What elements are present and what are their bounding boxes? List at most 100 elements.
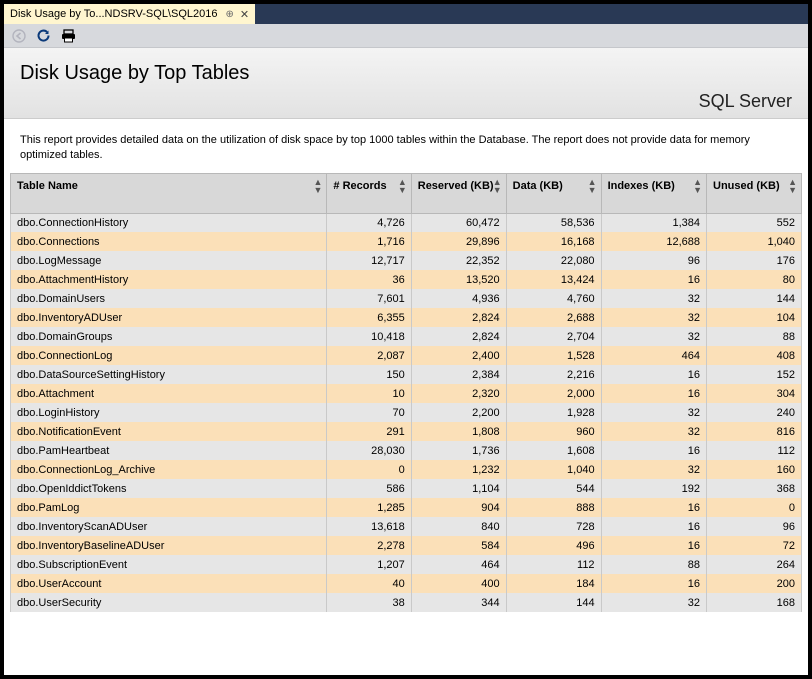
cell-table-name: dbo.PamLog bbox=[11, 498, 327, 517]
toolbar bbox=[4, 24, 808, 48]
cell-value: 240 bbox=[707, 403, 802, 422]
cell-table-name: dbo.InventoryBaselineADUser bbox=[11, 536, 327, 555]
table-row[interactable]: dbo.AttachmentHistory3613,52013,4241680 bbox=[11, 270, 802, 289]
refresh-icon[interactable] bbox=[36, 28, 51, 43]
cell-table-name: dbo.AttachmentHistory bbox=[11, 270, 327, 289]
cell-value: 1,808 bbox=[411, 422, 506, 441]
column-header-row: Table Name▲ ▼# Records▲ ▼Reserved (KB)▲ … bbox=[11, 173, 802, 213]
cell-table-name: dbo.NotificationEvent bbox=[11, 422, 327, 441]
cell-value: 840 bbox=[411, 517, 506, 536]
data-table: Table Name▲ ▼# Records▲ ▼Reserved (KB)▲ … bbox=[10, 173, 802, 613]
column-header[interactable]: Table Name▲ ▼ bbox=[11, 173, 327, 213]
cell-value: 13,520 bbox=[411, 270, 506, 289]
cell-value: 150 bbox=[327, 365, 411, 384]
table-row[interactable]: dbo.Attachment102,3202,00016304 bbox=[11, 384, 802, 403]
table-row[interactable]: dbo.SubscriptionEvent1,20746411288264 bbox=[11, 555, 802, 574]
cell-value: 16 bbox=[601, 270, 706, 289]
cell-value: 16,168 bbox=[506, 232, 601, 251]
cell-value: 1,736 bbox=[411, 441, 506, 460]
sort-icon[interactable]: ▲ ▼ bbox=[788, 178, 797, 194]
cell-value: 304 bbox=[707, 384, 802, 403]
table-row[interactable]: dbo.DomainGroups10,4182,8242,7043288 bbox=[11, 327, 802, 346]
cell-value: 1,285 bbox=[327, 498, 411, 517]
cell-value: 344 bbox=[411, 593, 506, 612]
table-row[interactable]: dbo.InventoryBaselineADUser2,27858449616… bbox=[11, 536, 802, 555]
print-icon[interactable] bbox=[61, 29, 76, 43]
cell-value: 1,608 bbox=[506, 441, 601, 460]
close-icon[interactable]: ✕ bbox=[240, 8, 249, 21]
cell-value: 464 bbox=[601, 346, 706, 365]
cell-value: 160 bbox=[707, 460, 802, 479]
cell-value: 2,087 bbox=[327, 346, 411, 365]
cell-value: 1,040 bbox=[707, 232, 802, 251]
cell-value: 36 bbox=[327, 270, 411, 289]
sort-icon[interactable]: ▲ ▼ bbox=[693, 178, 702, 194]
table-row[interactable]: dbo.InventoryScanADUser13,6188407281696 bbox=[11, 517, 802, 536]
table-row[interactable]: dbo.ConnectionLog2,0872,4001,528464408 bbox=[11, 346, 802, 365]
column-header[interactable]: Reserved (KB)▲ ▼ bbox=[411, 173, 506, 213]
cell-value: 152 bbox=[707, 365, 802, 384]
sort-icon[interactable]: ▲ ▼ bbox=[313, 178, 322, 194]
table-row[interactable]: dbo.NotificationEvent2911,80896032816 bbox=[11, 422, 802, 441]
pin-icon[interactable]: ⊕ bbox=[225, 9, 233, 20]
cell-value: 40 bbox=[327, 574, 411, 593]
cell-value: 16 bbox=[601, 574, 706, 593]
cell-value: 464 bbox=[411, 555, 506, 574]
cell-table-name: dbo.DomainGroups bbox=[11, 327, 327, 346]
cell-value: 13,424 bbox=[506, 270, 601, 289]
cell-value: 200 bbox=[707, 574, 802, 593]
table-row[interactable]: dbo.PamHeartbeat28,0301,7361,60816112 bbox=[11, 441, 802, 460]
sort-icon[interactable]: ▲ ▼ bbox=[493, 178, 502, 194]
cell-table-name: dbo.LoginHistory bbox=[11, 403, 327, 422]
cell-value: 2,000 bbox=[506, 384, 601, 403]
cell-value: 728 bbox=[506, 517, 601, 536]
cell-value: 0 bbox=[707, 498, 802, 517]
table-row[interactable]: dbo.Connections1,71629,89616,16812,6881,… bbox=[11, 232, 802, 251]
table-row[interactable]: dbo.ConnectionHistory4,72660,47258,5361,… bbox=[11, 213, 802, 232]
cell-value: 2,704 bbox=[506, 327, 601, 346]
cell-table-name: dbo.LogMessage bbox=[11, 251, 327, 270]
cell-value: 32 bbox=[601, 593, 706, 612]
cell-value: 32 bbox=[601, 422, 706, 441]
column-header[interactable]: Indexes (KB)▲ ▼ bbox=[601, 173, 706, 213]
table-row[interactable]: dbo.DataSourceSettingHistory1502,3842,21… bbox=[11, 365, 802, 384]
cell-value: 16 bbox=[601, 517, 706, 536]
cell-value: 58,536 bbox=[506, 213, 601, 232]
cell-value: 584 bbox=[411, 536, 506, 555]
cell-value: 60,472 bbox=[411, 213, 506, 232]
cell-table-name: dbo.DomainUsers bbox=[11, 289, 327, 308]
table-row[interactable]: dbo.OpenIddictTokens5861,104544192368 bbox=[11, 479, 802, 498]
column-header[interactable]: # Records▲ ▼ bbox=[327, 173, 411, 213]
table-row[interactable]: dbo.DomainUsers7,6014,9364,76032144 bbox=[11, 289, 802, 308]
cell-value: 32 bbox=[601, 327, 706, 346]
cell-value: 70 bbox=[327, 403, 411, 422]
cell-value: 1,207 bbox=[327, 555, 411, 574]
cell-value: 32 bbox=[601, 460, 706, 479]
cell-value: 112 bbox=[506, 555, 601, 574]
sort-icon[interactable]: ▲ ▼ bbox=[588, 178, 597, 194]
cell-table-name: dbo.InventoryADUser bbox=[11, 308, 327, 327]
cell-value: 1,384 bbox=[601, 213, 706, 232]
cell-value: 88 bbox=[707, 327, 802, 346]
column-header[interactable]: Unused (KB)▲ ▼ bbox=[707, 173, 802, 213]
cell-value: 13,618 bbox=[327, 517, 411, 536]
table-row[interactable]: dbo.ConnectionLog_Archive01,2321,0403216… bbox=[11, 460, 802, 479]
cell-value: 408 bbox=[707, 346, 802, 365]
cell-value: 904 bbox=[411, 498, 506, 517]
cell-value: 144 bbox=[707, 289, 802, 308]
column-header[interactable]: Data (KB)▲ ▼ bbox=[506, 173, 601, 213]
cell-value: 960 bbox=[506, 422, 601, 441]
cell-value: 144 bbox=[506, 593, 601, 612]
table-row[interactable]: dbo.UserAccount4040018416200 bbox=[11, 574, 802, 593]
document-tab[interactable]: Disk Usage by To...NDSRV-SQL\SQL2016 ⊕ ✕ bbox=[4, 4, 255, 24]
cell-table-name: dbo.UserSecurity bbox=[11, 593, 327, 612]
table-row[interactable]: dbo.UserSecurity3834414432168 bbox=[11, 593, 802, 612]
table-row[interactable]: dbo.LoginHistory702,2001,92832240 bbox=[11, 403, 802, 422]
cell-value: 12,688 bbox=[601, 232, 706, 251]
sort-icon[interactable]: ▲ ▼ bbox=[398, 178, 407, 194]
cell-value: 16 bbox=[601, 384, 706, 403]
table-row[interactable]: dbo.LogMessage12,71722,35222,08096176 bbox=[11, 251, 802, 270]
cell-value: 4,726 bbox=[327, 213, 411, 232]
table-row[interactable]: dbo.PamLog1,285904888160 bbox=[11, 498, 802, 517]
table-row[interactable]: dbo.InventoryADUser6,3552,8242,68832104 bbox=[11, 308, 802, 327]
